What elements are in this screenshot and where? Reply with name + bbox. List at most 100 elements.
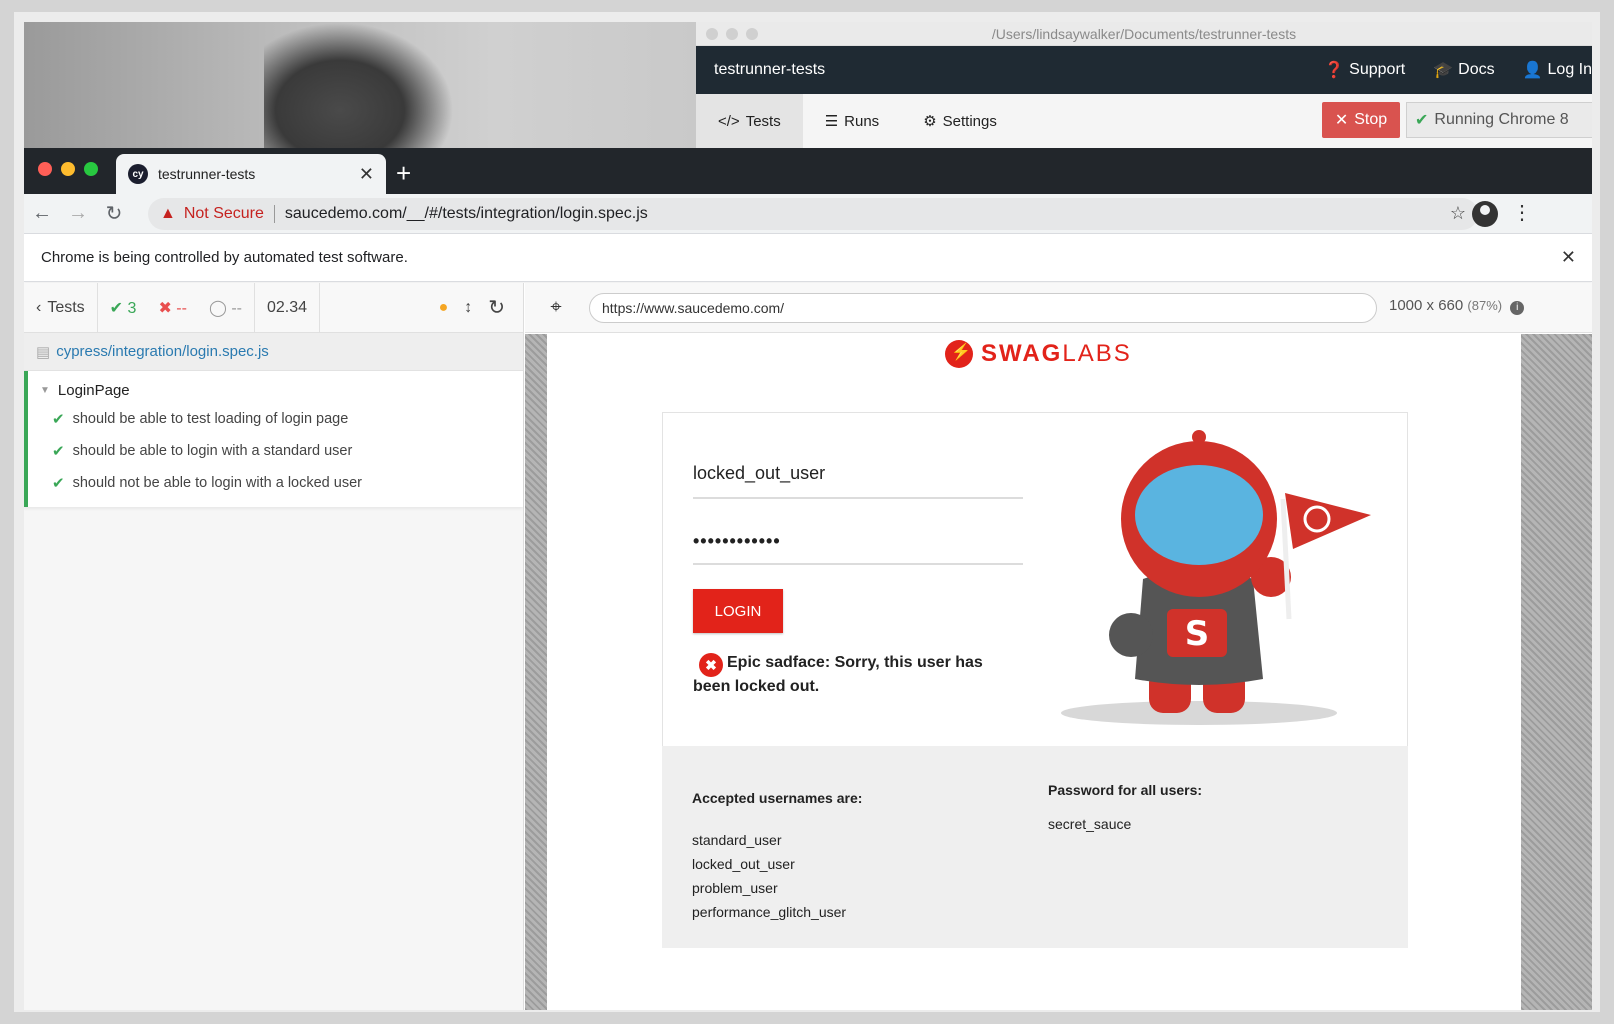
forward-icon[interactable]: → <box>60 202 96 225</box>
docs-link[interactable]: 🎓 Docs <box>1433 60 1494 80</box>
code-icon: </> <box>718 112 740 130</box>
selector-playground-icon[interactable]: ⌖ <box>525 296 587 319</box>
suite-title[interactable]: ▼ LoginPage <box>28 377 523 403</box>
credentials-panel: Accepted usernames are: standard_user lo… <box>662 746 1408 948</box>
file-icon: ▤ <box>36 343 51 361</box>
stats-bar: ‹ Tests ✔ 3 ✖ -- ◯ -- 02.34 ● ↕ ↻ <box>24 283 523 333</box>
close-button[interactable] <box>38 162 52 176</box>
password-value: secret_sauce <box>1048 816 1132 832</box>
tab-runs[interactable]: ☰ Runs <box>803 94 901 148</box>
browser-tab[interactable]: cy testrunner-tests ✕ <box>116 154 386 194</box>
stop-button[interactable]: ✕ Stop <box>1322 102 1400 138</box>
login-button[interactable]: LOGIN <box>693 589 783 633</box>
tab-tests[interactable]: </> Tests <box>696 94 803 148</box>
cypress-nav: </> Tests ☰ Runs ⚙ Settings ✕ Stop ✔ Run… <box>696 94 1592 148</box>
database-icon: ☰ <box>824 113 839 130</box>
tab-title: testrunner-tests <box>158 166 256 182</box>
cypress-runner: ‹ Tests ✔ 3 ✖ -- ◯ -- 02.34 ● ↕ ↻ ▤ cypr… <box>24 283 1592 1010</box>
error-x-icon[interactable]: ✖ <box>699 653 723 677</box>
close-icon: ✕ <box>1334 112 1349 129</box>
security-indicator[interactable]: ▲ Not Secure <box>160 205 264 223</box>
username-field[interactable]: locked_out_user <box>693 463 1023 499</box>
minimize-button[interactable] <box>61 162 75 176</box>
test-suite: ▼ LoginPage ✔ should be able to test loa… <box>24 371 523 507</box>
new-tab-icon[interactable]: + <box>396 158 411 189</box>
reload-icon[interactable]: ↻ <box>96 201 132 226</box>
address-bar[interactable]: ▲ Not Secure saucedemo.com/__/#/tests/in… <box>148 198 1478 230</box>
browser-toolbar: ← → ↻ ▲ Not Secure saucedemo.com/__/#/te… <box>24 194 1592 234</box>
cypress-favicon-icon: cy <box>128 164 148 184</box>
login-link[interactable]: 👤 Log In <box>1523 60 1592 80</box>
menu-kebab-icon[interactable]: ⋮ <box>1512 200 1532 225</box>
statue-image <box>264 22 454 148</box>
username-item: locked_out_user <box>692 856 795 872</box>
gear-icon: ⚙ <box>923 113 937 130</box>
automation-infobar: Chrome is being controlled by automated … <box>24 234 1592 282</box>
infobar-text: Chrome is being controlled by automated … <box>41 249 408 266</box>
username-item: standard_user <box>692 832 782 848</box>
bookmark-star-icon[interactable]: ☆ <box>1450 203 1466 224</box>
stats-counts: ✔ 3 ✖ -- ◯ -- <box>98 283 255 332</box>
check-icon: ✔ <box>52 475 65 492</box>
check-circle-icon: ✔ <box>1415 112 1429 129</box>
back-to-tests-button[interactable]: ‹ Tests <box>24 283 98 332</box>
close-infobar-icon[interactable]: ✕ <box>1561 247 1576 268</box>
test-item[interactable]: ✔ should be able to login with a standar… <box>28 435 523 467</box>
graduation-cap-icon: 🎓 <box>1433 62 1454 79</box>
accepted-title: Accepted usernames are: <box>692 790 863 806</box>
test-item[interactable]: ✔ should not be able to login with a loc… <box>28 467 523 499</box>
cypress-app-window: /Users/lindsaywalker/Documents/testrunne… <box>696 22 1592 148</box>
passed-count: ✔ 3 <box>109 299 137 317</box>
back-icon[interactable]: ← <box>24 202 60 225</box>
support-link[interactable]: ❓ Support <box>1324 60 1405 80</box>
failed-count: ✖ -- <box>158 299 187 317</box>
question-icon: ❓ <box>1324 62 1345 79</box>
check-icon: ✔ <box>52 443 65 460</box>
username-item: problem_user <box>692 880 778 896</box>
running-browser-status: ✔ Running Chrome 8 <box>1406 102 1592 138</box>
aut-header: ⌖ https://www.saucedemo.com/ 1000 x 660 … <box>525 283 1592 333</box>
separator <box>273 205 275 223</box>
tab-strip: cy testrunner-tests ✕ + <box>24 148 1592 194</box>
status-dot-icon: ● <box>438 298 449 316</box>
password-field[interactable]: •••••••••••• <box>693 531 1023 565</box>
aut-url-field[interactable]: https://www.saucedemo.com/ <box>589 293 1377 323</box>
swaglabs-logo: SWAGLABS <box>945 340 1132 368</box>
reporter-panel: ‹ Tests ✔ 3 ✖ -- ◯ -- 02.34 ● ↕ ↻ ▤ cypr… <box>24 283 524 1010</box>
restart-icon[interactable]: ↻ <box>488 295 505 320</box>
info-icon[interactable]: i <box>1510 301 1525 315</box>
spec-file-path[interactable]: ▤ cypress/integration/login.spec.js <box>24 333 523 371</box>
auto-scroll-icon[interactable]: ↕ <box>464 299 472 317</box>
password-title: Password for all users: <box>1048 782 1203 798</box>
desktop-background <box>24 22 696 148</box>
aut-area: SWAGLABS locked_out_user •••••••••••• LO… <box>525 334 1592 1010</box>
x-icon: ✖ <box>158 299 172 317</box>
cypress-header: testrunner-tests ❓ Support 🎓 Docs 👤 Log In <box>696 46 1592 94</box>
close-tab-icon[interactable]: ✕ <box>359 164 374 185</box>
robot-mascot-icon: S <box>1061 430 1371 725</box>
accepted-usernames: Accepted usernames are: standard_user lo… <box>692 786 862 924</box>
app-iframe: SWAGLABS locked_out_user •••••••••••• LO… <box>547 334 1521 1010</box>
warning-icon: ▲ <box>160 205 176 222</box>
project-name: testrunner-tests <box>714 61 826 78</box>
check-icon: ✔ <box>52 411 65 428</box>
zoom-button[interactable] <box>84 162 98 176</box>
tab-settings[interactable]: ⚙ Settings <box>901 94 1019 148</box>
check-icon: ✔ <box>109 299 124 317</box>
test-item[interactable]: ✔ should be able to test loading of logi… <box>28 403 523 435</box>
cypress-titlebar: /Users/lindsaywalker/Documents/testrunne… <box>696 22 1592 46</box>
window-controls <box>38 162 98 176</box>
chevron-left-icon: ‹ <box>36 298 42 316</box>
viewport-size: 1000 x 660 (87%) i <box>1389 297 1525 315</box>
login-box: locked_out_user •••••••••••• LOGIN ✖ Epic… <box>662 412 1408 746</box>
error-message: ✖ Epic sadface: Sorry, this user has been… <box>693 653 983 695</box>
runner-controls: ● ↕ ↻ <box>320 283 523 332</box>
logo-text: SWAGLABS <box>981 340 1132 367</box>
swaglabs-mark-icon <box>945 340 973 368</box>
window-path: /Users/lindsaywalker/Documents/testrunne… <box>991 26 1297 42</box>
username-item: performance_glitch_user <box>692 904 847 920</box>
header-links: ❓ Support 🎓 Docs 👤 Log In <box>1324 46 1592 94</box>
url-text: saucedemo.com/__/#/tests/integration/log… <box>284 205 648 222</box>
duration: 02.34 <box>255 283 321 332</box>
account-icon[interactable] <box>1472 201 1498 227</box>
